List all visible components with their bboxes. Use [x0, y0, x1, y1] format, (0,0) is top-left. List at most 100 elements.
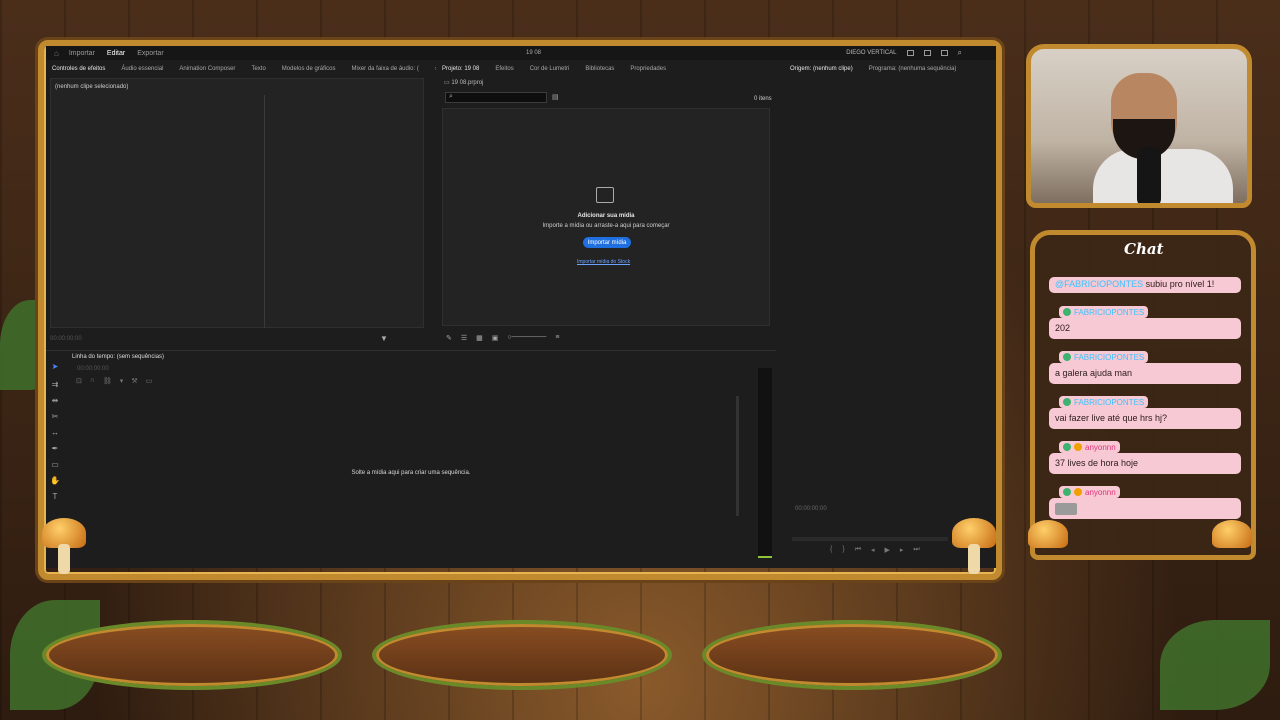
timeline-scrollbar[interactable]	[736, 396, 739, 516]
monitor-scrubber[interactable]	[792, 537, 948, 541]
pen-tool-icon[interactable]: ✒	[50, 444, 60, 454]
ripple-edit-icon[interactable]: ⇹	[50, 396, 60, 406]
mushroom-stem	[58, 544, 70, 574]
razor-tool-icon[interactable]: ✂	[50, 412, 60, 422]
project-title: 19 08	[526, 50, 542, 56]
tab-propriedades[interactable]: Propriedades	[630, 66, 666, 72]
streamer-shirt	[1093, 149, 1233, 203]
step-back-icon[interactable]: ⏮	[855, 546, 861, 554]
track-select-icon[interactable]: ⇉	[50, 380, 60, 390]
mark-out-icon[interactable]: }	[842, 546, 844, 554]
chat-username: FABRICIOPONTES	[1059, 306, 1149, 318]
list-view-icon[interactable]: ☰	[461, 334, 467, 342]
timeline-tools: ⊡ ∩ ⛓ ▾ ⚒ ▭	[76, 377, 152, 385]
effects-panel-tabs: Controles de efeitos Áudio essencial Ani…	[46, 62, 438, 76]
chat-system-message: @FABRICIOPONTES subiu pro nível 1!	[1049, 277, 1241, 293]
search-icon[interactable]: ⌕	[958, 48, 962, 58]
microphone-icon	[1137, 147, 1161, 203]
fullscreen-icon[interactable]	[940, 50, 948, 56]
rewind-icon[interactable]: ◂	[871, 546, 875, 554]
selection-tool-icon[interactable]: ➤	[50, 362, 60, 372]
share-icon[interactable]	[923, 50, 931, 56]
import-stock-link[interactable]: Importar mídia do Stock	[577, 259, 630, 265]
no-clip-selected: (nenhum clipe selecionado)	[55, 84, 129, 90]
tab-projeto[interactable]: Projeto: 19 08	[442, 66, 479, 72]
tab-cor-de-lumetri[interactable]: Cor de Lumetri	[530, 66, 570, 72]
timeline-title: Linha do tempo: (sem sequências)	[72, 354, 165, 360]
badge-icon	[1074, 443, 1082, 451]
workspace-controls: DIEGO VERTICAL ⌕	[846, 48, 962, 58]
search-input[interactable]: ⌕	[445, 92, 547, 103]
marker-icon[interactable]: ▾	[120, 377, 124, 385]
badge-icon	[1063, 308, 1071, 316]
hand-tool-icon[interactable]: ✋	[50, 476, 60, 486]
chat-message: 202	[1049, 318, 1241, 339]
pane-divider	[264, 95, 265, 328]
project-file-name: ▭ 19 08.prproj	[444, 80, 484, 86]
type-tool-icon[interactable]: T	[50, 492, 60, 502]
play-icon[interactable]: ▶	[885, 546, 890, 554]
chat-username: anyonnn	[1059, 441, 1120, 453]
nest-icon[interactable]: ⊡	[76, 377, 82, 385]
step-forward-icon[interactable]: ⏭	[913, 546, 919, 554]
tab-controles-de-efeitos[interactable]: Controles de efeitos	[52, 66, 105, 72]
add-media-icon	[596, 187, 614, 203]
chat-title: Chat	[1124, 240, 1164, 258]
tab-bibliotecas[interactable]: Bibliotecas	[585, 66, 614, 72]
filter-icon[interactable]: ▼	[380, 334, 388, 343]
new-bin-icon[interactable]: ▤	[552, 93, 559, 101]
mushroom-decoration	[1028, 520, 1068, 548]
rectangle-tool-icon[interactable]: ▭	[50, 460, 60, 470]
chat-username: FABRICIOPONTES	[1059, 396, 1149, 408]
mushroom-stem	[968, 544, 980, 574]
home-icon[interactable]: ⌂	[54, 49, 59, 58]
mark-in-icon[interactable]: {	[830, 546, 832, 554]
mushroom-decoration	[1212, 520, 1252, 548]
menu-importar[interactable]: Importar	[69, 50, 95, 57]
layout-icon[interactable]	[906, 50, 914, 56]
snap-icon[interactable]: ∩	[90, 377, 95, 385]
chat-username: anyonnn	[1059, 486, 1120, 498]
chat-username: FABRICIOPONTES	[1059, 351, 1149, 363]
import-media-button[interactable]: Importar mídia	[583, 237, 631, 248]
slip-tool-icon[interactable]: ↔	[50, 428, 60, 438]
items-count: 0 itens	[754, 96, 772, 102]
effects-controls-pane: (nenhum clipe selecionado)	[50, 78, 424, 328]
leaf-decoration	[1160, 620, 1270, 710]
menu-exportar[interactable]: Exportar	[137, 50, 163, 57]
emote-image	[1055, 503, 1077, 515]
badge-icon	[1074, 488, 1082, 496]
menu-editar[interactable]: Editar	[107, 50, 125, 57]
pencil-icon[interactable]: ✎	[446, 334, 452, 342]
tab-origem[interactable]: Origem: (nenhum clipe)	[790, 66, 853, 72]
top-bar: ⌂ Importar Editar Exportar 19 08 DIEGO V…	[46, 46, 996, 60]
workspace-name[interactable]: DIEGO VERTICAL	[846, 50, 896, 56]
icon-view-icon[interactable]: ▦	[476, 334, 483, 342]
tab-animation-composer[interactable]: Animation Composer	[179, 66, 235, 72]
tab-audio-essencial[interactable]: Áudio essencial	[121, 66, 163, 72]
tab-efeitos[interactable]: Efeitos	[495, 66, 513, 72]
captions-icon[interactable]: ▭	[146, 377, 153, 385]
wrench-icon[interactable]: ⚒	[131, 377, 137, 385]
zoom-slider[interactable]: ○───────	[507, 334, 546, 342]
webcam-feed	[1026, 44, 1252, 208]
badge-icon	[1063, 353, 1071, 361]
premiere-window: ⌂ Importar Editar Exportar 19 08 DIEGO V…	[46, 46, 996, 568]
tab-texto[interactable]: Texto	[251, 66, 265, 72]
bottom-plaque-right	[702, 620, 1002, 690]
monitor-tabs: Origem: (nenhum clipe) Programa: (nenhum…	[784, 62, 996, 76]
timeline-drop-message: Solte a mídia aqui para criar uma sequên…	[351, 470, 471, 476]
bottom-plaque-left	[42, 620, 342, 690]
freeform-view-icon[interactable]: ▣	[492, 334, 499, 342]
forward-icon[interactable]: ▸	[900, 546, 904, 554]
timeline-panel	[46, 350, 776, 568]
linked-icon[interactable]: ⛓	[103, 377, 112, 385]
chat-message	[1049, 498, 1241, 519]
tab-modelos-de-graficos[interactable]: Modelos de gráficos	[282, 66, 336, 72]
tab-programa[interactable]: Programa: (nenhuma sequência)	[869, 66, 957, 72]
chat-message: vai fazer live até que hrs hj?	[1049, 408, 1241, 429]
search-icon: ⌕	[449, 93, 453, 100]
tab-mixer-audio[interactable]: Mixer da faixa de áudio: (	[351, 66, 418, 72]
project-media-pane: Adicionar sua mídia Importe a mídia ou a…	[442, 108, 770, 326]
sort-icon[interactable]: ≡	[555, 334, 559, 342]
